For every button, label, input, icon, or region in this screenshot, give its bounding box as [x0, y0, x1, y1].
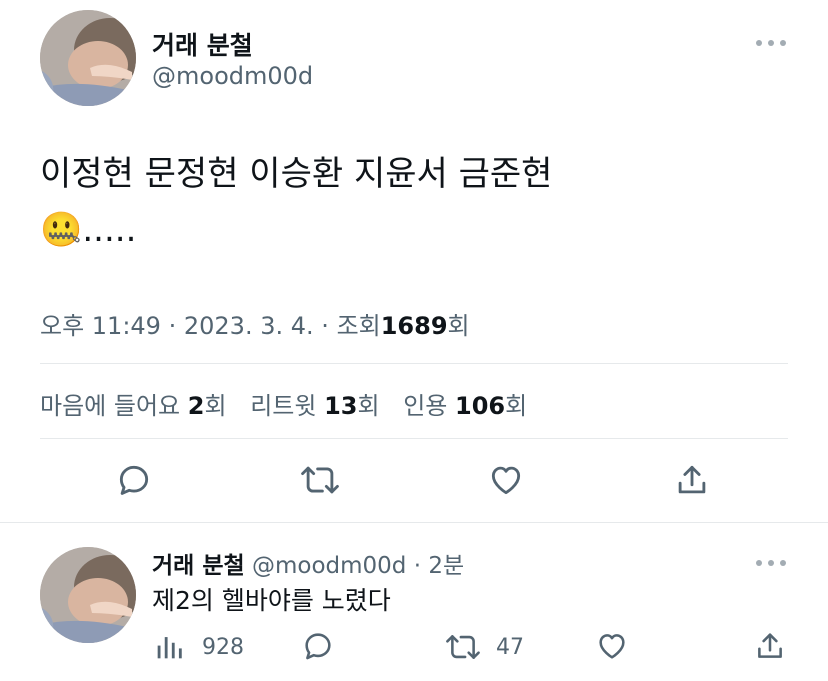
reply-author-handle[interactable]: @moodm00d	[252, 553, 406, 579]
heart-icon	[599, 634, 625, 659]
reply-reply-button[interactable]	[296, 624, 340, 668]
divider	[40, 438, 788, 439]
reply-icon	[119, 465, 149, 495]
more-dots-icon	[756, 560, 762, 566]
likes-count: 2	[187, 392, 205, 420]
share-icon	[678, 465, 706, 494]
reply-time[interactable]: 2분	[428, 553, 464, 579]
retweet-button[interactable]	[298, 458, 342, 502]
reply-header: 거래 분철 @moodm00d · 2분	[152, 546, 464, 580]
retweets-count: 13	[324, 392, 358, 420]
views-count: 1689	[380, 312, 448, 340]
reply-icon	[305, 633, 331, 660]
tweet-text-line-2: 🤐.....	[40, 210, 137, 250]
tweet-time[interactable]: 오후 11:49	[40, 312, 161, 340]
tweet-date[interactable]: 2023. 3. 4.	[184, 312, 314, 340]
share-icon	[758, 633, 782, 658]
reply-views-button[interactable]: 928	[152, 630, 244, 664]
likes-label: 마음에 들어요	[40, 392, 181, 420]
quotes-label: 인용	[403, 392, 448, 420]
reply-retweet-button[interactable]: 47	[444, 630, 524, 664]
reply-separator: ·	[413, 553, 422, 579]
likes-suffix: 회	[204, 392, 227, 420]
retweets-suffix: 회	[357, 392, 380, 420]
views-icon	[157, 637, 182, 659]
retweets-label: 리트윗	[250, 392, 317, 420]
views-label: 조회	[336, 312, 381, 340]
like-button[interactable]	[484, 458, 528, 502]
retweet-icon	[446, 635, 480, 659]
reply-retweets-count: 47	[496, 634, 524, 660]
retweets-stat[interactable]: 리트윗 13회	[250, 392, 379, 420]
tweet-stats: 마음에 들어요 2회 리트윗 13회 인용 106회	[40, 386, 543, 421]
meta-separator: ·	[321, 312, 329, 340]
reply-more-options-button[interactable]	[756, 556, 786, 570]
retweet-icon	[301, 466, 339, 494]
quotes-suffix: 회	[505, 392, 528, 420]
share-button[interactable]	[670, 458, 714, 502]
divider	[0, 522, 828, 523]
reply-author-name[interactable]: 거래 분철	[152, 553, 245, 579]
author-handle[interactable]: @moodm00d	[152, 62, 313, 90]
heart-icon	[491, 466, 521, 495]
quotes-stat[interactable]: 인용 106회	[403, 392, 527, 420]
reply-button[interactable]	[112, 458, 156, 502]
views-suffix: 회	[447, 312, 470, 340]
quotes-count: 106	[455, 392, 506, 420]
reply-share-button[interactable]	[748, 624, 792, 668]
divider	[40, 363, 788, 364]
meta-separator: ·	[168, 312, 177, 340]
author-name[interactable]: 거래 분철	[152, 26, 253, 62]
reply-avatar[interactable]	[40, 547, 136, 643]
more-dots-icon	[756, 40, 762, 46]
tweet-text-line-1: 이정현 문정현 이승환 지윤서 금준현	[40, 154, 553, 194]
tweet-meta: 오후 11:49 · 2023. 3. 4. · 조회1689회	[40, 306, 470, 341]
likes-stat[interactable]: 마음에 들어요 2회	[40, 392, 227, 420]
reply-views-count: 928	[202, 634, 244, 660]
reply-text: 제2의 헬바야를 노렸다	[152, 586, 391, 615]
reply-like-button[interactable]	[590, 624, 634, 668]
author-avatar[interactable]	[40, 10, 136, 106]
more-options-button[interactable]	[756, 36, 786, 50]
